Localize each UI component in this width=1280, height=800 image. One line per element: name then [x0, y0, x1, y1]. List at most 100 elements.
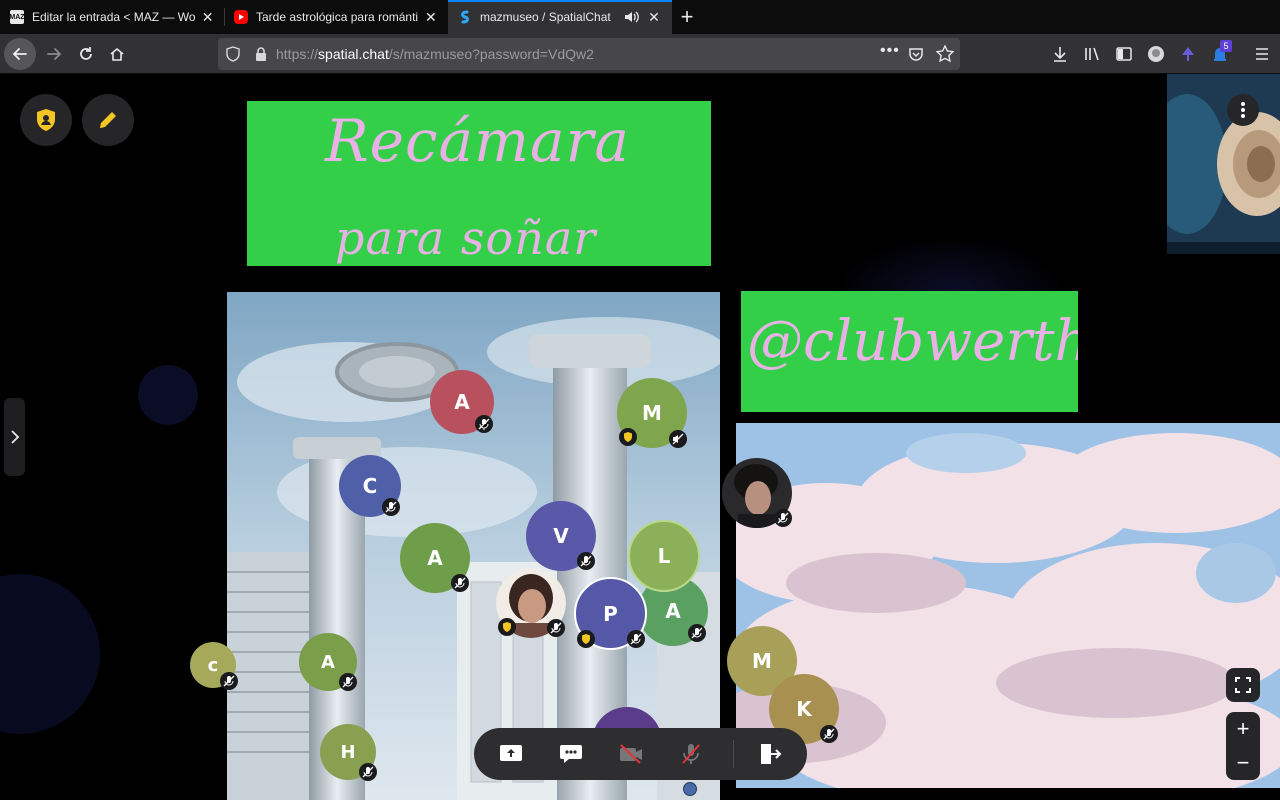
participant-video-avatar[interactable] — [496, 568, 566, 638]
tab-youtube-video[interactable]: Tarde astrológica para románticos ✕ — [224, 0, 448, 34]
chevron-right-icon — [10, 430, 19, 444]
home-icon — [110, 47, 124, 61]
mic-muted-icon — [820, 725, 838, 743]
spatial-room-canvas[interactable]: Recámara para soñar @clubwerther — [0, 74, 1280, 800]
participant-avatar[interactable]: c — [190, 642, 238, 690]
tab-title: Editar la entrada < MAZ — WordPress — [32, 10, 196, 24]
host-badge-icon — [577, 630, 595, 648]
sidebar-icon[interactable] — [1115, 45, 1133, 63]
nautilus-shell-image[interactable] — [1167, 74, 1280, 254]
camera-off-icon — [620, 744, 642, 764]
sign-handle: @clubwerther — [747, 309, 1078, 374]
arrow-right-icon — [47, 48, 62, 60]
recamara-para-sonar-sign[interactable]: Recámara para soñar — [247, 101, 711, 266]
spatialchat-icon — [458, 10, 472, 24]
mic-muted-icon — [359, 763, 377, 781]
library-icon[interactable] — [1083, 45, 1101, 63]
participant-initial: V — [553, 524, 569, 548]
address-bar[interactable]: https://spatial.chat/s/mazmuseo?password… — [218, 38, 960, 70]
close-tab-icon[interactable]: ✕ — [646, 9, 662, 25]
pencil-icon — [100, 112, 116, 128]
host-badge-icon — [498, 618, 516, 636]
forward-button[interactable] — [38, 38, 70, 70]
hamburger-menu-icon[interactable] — [1253, 45, 1271, 63]
speaker-audio-icon[interactable] — [624, 10, 640, 24]
participant-avatar[interactable]: H — [320, 724, 377, 781]
participant-initial: K — [796, 697, 812, 721]
reload-button[interactable] — [70, 38, 102, 70]
participant-initial: A — [321, 651, 335, 673]
participant-video-avatar[interactable] — [722, 458, 792, 528]
close-tab-icon[interactable]: ✕ — [201, 9, 214, 25]
tracking-shield-icon[interactable] — [225, 46, 241, 62]
arrow-left-icon — [12, 48, 27, 60]
participant-avatar[interactable]: M — [617, 378, 687, 448]
home-button[interactable] — [101, 38, 133, 70]
tab-title: mazmuseo / SpatialChat — [480, 10, 611, 24]
mic-muted-icon — [220, 672, 238, 690]
participant-initial: A — [454, 390, 470, 414]
far-participant-dot[interactable] — [683, 782, 697, 796]
clubwerther-sign[interactable]: @clubwerther — [741, 291, 1078, 412]
leave-room-button[interactable] — [754, 738, 786, 770]
participant-initial: M — [642, 401, 662, 425]
pocket-icon[interactable] — [908, 46, 924, 62]
mic-muted-icon — [774, 509, 792, 527]
new-tab-button[interactable]: + — [672, 0, 702, 34]
navigation-toolbar: https://spatial.chat/s/mazmuseo?password… — [0, 34, 1280, 74]
participant-initial: C — [362, 474, 378, 498]
page-actions-menu-icon[interactable]: ••• — [880, 42, 900, 60]
dock-divider — [733, 740, 734, 768]
sign-line-2: para soñar — [335, 211, 597, 265]
camera-toggle-button[interactable] — [615, 738, 647, 770]
reload-icon — [80, 47, 92, 60]
participant-initial: M — [752, 649, 772, 673]
exit-door-icon — [761, 744, 782, 764]
mic-muted-icon — [451, 574, 469, 592]
vertical-dots-icon — [1241, 102, 1245, 118]
participant-initial: H — [340, 741, 356, 763]
url-text: https://spatial.chat/s/mazmuseo?password… — [276, 46, 594, 62]
media-control-dock — [474, 728, 807, 780]
lock-icon[interactable] — [254, 46, 268, 62]
bookmark-star-icon[interactable] — [936, 45, 954, 63]
tab-wordpress-editor[interactable]: MAZ Editar la entrada < MAZ — WordPress … — [0, 0, 224, 34]
participant-initial: A — [665, 599, 681, 623]
downloads-icon[interactable] — [1051, 45, 1069, 63]
zoom-in-button[interactable]: + — [1226, 712, 1260, 746]
back-button[interactable] — [4, 38, 36, 70]
open-rooms-panel-tab[interactable] — [4, 398, 25, 476]
host-tools-button[interactable] — [20, 94, 72, 146]
account-avatar-icon[interactable] — [1147, 45, 1165, 63]
fullscreen-icon — [1235, 677, 1251, 693]
edit-room-button[interactable] — [82, 94, 134, 146]
microphone-toggle-button[interactable] — [675, 738, 707, 770]
mic-muted-icon — [627, 630, 645, 648]
participant-avatar[interactable]: V — [526, 501, 596, 571]
participant-avatar[interactable]: A — [299, 633, 357, 691]
tab-spatialchat[interactable]: mazmuseo / SpatialChat ✕ — [448, 0, 672, 34]
extension-arrow-icon[interactable] — [1179, 45, 1197, 63]
host-badge-icon — [619, 428, 637, 446]
fullscreen-button[interactable] — [1226, 668, 1260, 702]
share-screen-button[interactable] — [495, 738, 527, 770]
maz-favicon-icon: MAZ — [9, 10, 25, 24]
media-more-options-button[interactable] — [1227, 94, 1259, 126]
close-tab-icon[interactable]: ✕ — [424, 9, 438, 25]
chat-button[interactable] — [555, 738, 587, 770]
self-avatar[interactable]: P — [574, 577, 647, 650]
ambient-glow — [138, 365, 198, 425]
youtube-icon — [234, 10, 248, 24]
participant-avatar[interactable]: A — [430, 370, 494, 434]
participant-initial: P — [603, 601, 618, 626]
participant-avatar[interactable]: L — [628, 520, 700, 592]
participant-avatar[interactable]: A — [400, 523, 470, 593]
participant-initial: A — [427, 546, 443, 570]
sign-line-1: Recámara — [325, 107, 630, 175]
mic-muted-icon — [547, 619, 565, 637]
zoom-out-button[interactable]: − — [1226, 746, 1260, 780]
mic-muted-icon — [577, 552, 595, 570]
speaker-muted-icon — [669, 430, 687, 448]
participant-avatar[interactable]: C — [339, 455, 401, 517]
shield-user-icon — [37, 109, 55, 131]
